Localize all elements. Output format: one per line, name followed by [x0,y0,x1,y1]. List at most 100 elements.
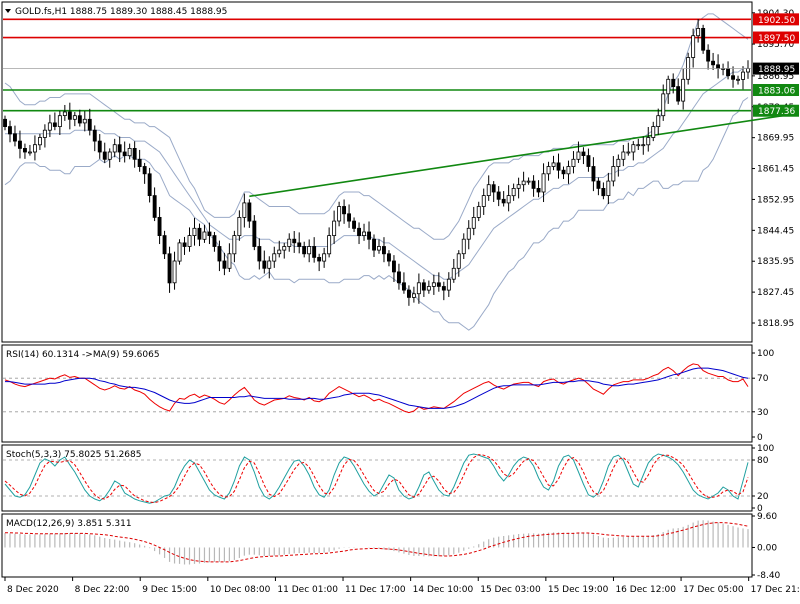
candle [372,238,376,251]
candle [38,137,42,146]
candle [691,35,696,58]
candle [322,253,327,262]
candle [57,115,62,127]
candle [22,147,27,153]
candle [586,155,591,167]
candle [486,184,491,196]
candle [157,216,162,236]
candle [292,238,297,244]
candle [27,151,32,154]
candle [381,246,386,255]
candle [606,180,611,197]
candle [92,129,97,142]
candle [277,249,282,255]
candle [631,144,636,153]
candle [302,246,307,255]
candle [202,231,207,240]
price-tick-label: 1827.45 [757,288,794,298]
candle [491,184,496,193]
candle [551,162,556,167]
rsi-tick-label: 100 [757,349,774,359]
time-tick-label: 17 Dec 05:00 [683,585,744,595]
candle [267,260,272,269]
candle [87,118,92,131]
candle [317,256,322,262]
candle [406,289,411,298]
candle [521,180,526,186]
candle [332,220,337,237]
rsi-tick-label: 0 [757,433,763,443]
candle [636,144,641,147]
time-tick-label: 15 Dec 03:00 [480,585,541,595]
candle [501,198,506,204]
candle [401,282,406,291]
candle [67,111,72,120]
candle [611,166,616,182]
candle [456,253,461,269]
candle [616,158,621,168]
candle [102,151,107,160]
candle [511,187,516,197]
candle [561,169,566,175]
candle [52,122,57,127]
candle [496,191,501,200]
candle [97,140,102,153]
candle [416,282,421,295]
candle [362,231,366,236]
time-tick-label: 14 Dec 10:00 [413,585,474,595]
candle [197,227,202,240]
candle [581,151,586,156]
candle [152,195,157,218]
candle [651,126,656,138]
candle [461,238,466,255]
candle [441,286,446,291]
candle [342,206,346,215]
candle [247,202,252,222]
candle [187,235,192,247]
candle [327,235,332,255]
candle [33,144,37,153]
time-tick-label: 8 Dec 2020 [7,585,59,595]
candle [376,246,381,251]
candle [436,282,441,287]
candle [127,147,132,157]
time-tick-label: 17 Dec 21:00 [751,585,800,595]
candle [391,260,396,273]
candle [571,158,576,168]
candle [242,202,247,218]
candle [162,235,167,255]
candle [132,147,137,160]
price-tick-label: 1869.95 [757,134,794,144]
candle [227,253,232,269]
candle [676,86,681,102]
time-tick-label: 9 Dec 15:00 [142,585,197,595]
level-label: 1897.50 [758,34,795,44]
candle [621,151,626,160]
candle [641,144,646,147]
candle [257,246,262,262]
candle [142,166,147,175]
candle [297,242,302,247]
candle [736,78,740,81]
chart-svg: GOLD.fs,H1 1888.75 1889.30 1888.45 1888.… [0,0,800,600]
price-tick-label: 1835.95 [757,257,794,267]
candle [396,271,401,284]
candle [72,115,77,120]
price-tick-label: 1861.45 [757,165,794,175]
stoch-tick-label: 80 [757,456,769,466]
candle [347,213,351,222]
candle [541,173,546,193]
candle [357,227,361,237]
level-label: 1902.50 [758,16,795,26]
candle [601,187,606,197]
candle [12,133,17,142]
candle [701,27,706,51]
candle [516,184,521,189]
time-tick-label: 11 Dec 01:00 [277,585,338,595]
candle [222,260,227,269]
candle [421,282,426,291]
candle [47,122,52,131]
price-tick-label: 1844.45 [757,226,794,236]
candle [82,118,87,124]
candle [386,253,391,262]
